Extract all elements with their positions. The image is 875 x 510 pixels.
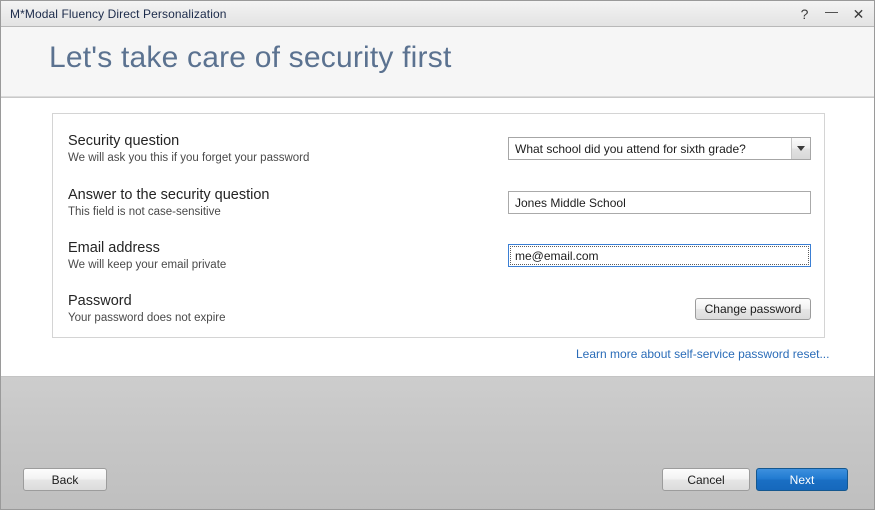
next-button[interactable]: Next <box>756 468 848 491</box>
security-answer-subtitle: This field is not case-sensitive <box>68 206 221 218</box>
chevron-down-icon[interactable] <box>791 138 810 159</box>
change-password-button[interactable]: Change password <box>695 298 811 320</box>
security-answer-labels: Answer to the security question This fie… <box>68 186 270 220</box>
email-title: Email address <box>68 240 160 256</box>
back-button[interactable]: Back <box>23 468 107 491</box>
email-subtitle: We will keep your email private <box>68 259 227 271</box>
password-title: Password <box>68 293 132 309</box>
security-settings-panel: Security question We will ask you this i… <box>52 113 825 338</box>
page-title: Let's take care of security first <box>49 41 452 74</box>
minimize-icon[interactable]: — <box>818 3 845 25</box>
email-input[interactable]: me@email.com <box>508 244 811 267</box>
title-bar: M*Modal Fluency Direct Personalization ?… <box>1 1 874 27</box>
learn-more-link[interactable]: Learn more about self-service password r… <box>576 347 829 361</box>
password-subtitle: Your password does not expire <box>68 312 226 324</box>
email-labels: Email address We will keep your email pr… <box>68 239 226 273</box>
security-answer-title: Answer to the security question <box>68 187 270 203</box>
security-question-dropdown[interactable]: What school did you attend for sixth gra… <box>508 137 811 160</box>
security-answer-input[interactable]: Jones Middle School <box>508 191 811 214</box>
window-title: M*Modal Fluency Direct Personalization <box>10 6 227 21</box>
caption-button-group: ? — ✕ <box>791 1 872 27</box>
email-value: me@email.com <box>515 248 599 263</box>
application-window: M*Modal Fluency Direct Personalization ?… <box>0 0 875 510</box>
security-question-title: Security question <box>68 133 180 149</box>
security-answer-value: Jones Middle School <box>515 195 626 210</box>
password-labels: Password Your password does not expire <box>68 292 225 326</box>
header-band: Let's take care of security first <box>1 27 874 97</box>
help-icon[interactable]: ? <box>791 3 818 25</box>
security-question-selected-value: What school did you attend for sixth gra… <box>515 141 746 156</box>
security-question-subtitle: We will ask you this if you forget your … <box>68 152 310 164</box>
security-question-labels: Security question We will ask you this i… <box>68 132 309 166</box>
cancel-button[interactable]: Cancel <box>662 468 750 491</box>
close-icon[interactable]: ✕ <box>845 3 872 25</box>
